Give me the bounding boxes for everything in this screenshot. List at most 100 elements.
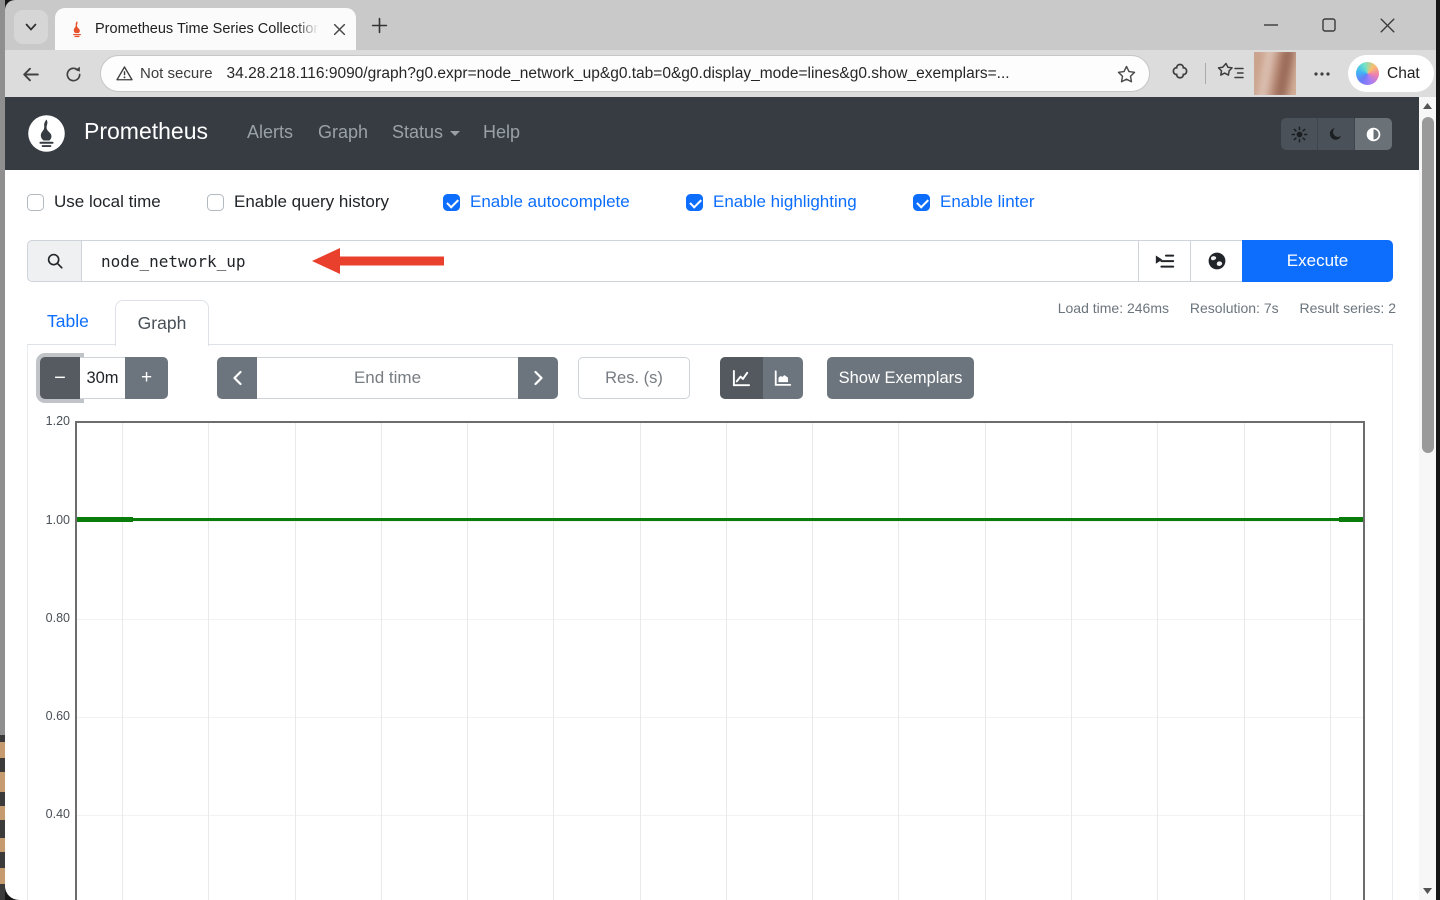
option-query-history[interactable]: Enable query history: [207, 191, 389, 213]
prometheus-app: Prometheus Alerts Graph Status Help: [5, 97, 1419, 900]
v-gridline: [985, 423, 986, 900]
option-highlighting[interactable]: Enable highlighting: [686, 191, 857, 213]
execute-button[interactable]: Execute: [1242, 240, 1393, 282]
range-decrease-button[interactable]: −: [40, 357, 80, 399]
nav-graph[interactable]: Graph: [318, 122, 368, 143]
tree-view-icon: [1154, 251, 1176, 271]
theme-light-button[interactable]: [1281, 118, 1318, 150]
scroll-down-icon[interactable]: [1423, 888, 1432, 894]
prometheus-navbar: Prometheus Alerts Graph Status Help: [5, 97, 1419, 170]
line-chart-toggle[interactable]: [720, 357, 763, 399]
v-gridline: [1071, 423, 1072, 900]
favorites-hub-icon[interactable]: [1216, 60, 1246, 86]
favorite-star-icon[interactable]: [1116, 64, 1137, 85]
option-linter[interactable]: Enable linter: [913, 191, 1035, 213]
settings-more-button[interactable]: [1310, 62, 1334, 86]
tab-graph[interactable]: Graph: [115, 300, 209, 346]
v-gridline: [1244, 423, 1245, 900]
range-input[interactable]: [80, 357, 125, 399]
refresh-icon: [64, 65, 83, 84]
checkbox[interactable]: [207, 194, 224, 211]
y-tick: 1.00: [30, 513, 70, 527]
option-autocomplete[interactable]: Enable autocomplete: [443, 191, 630, 213]
v-gridline: [726, 423, 727, 900]
checkbox[interactable]: [686, 194, 703, 211]
v-gridline: [381, 423, 382, 900]
window-controls: [1242, 0, 1416, 50]
y-tick: 1.20: [30, 414, 70, 428]
scrollbar-thumb[interactable]: [1422, 117, 1434, 453]
copilot-chat-label: Chat: [1387, 65, 1420, 83]
prometheus-brand[interactable]: Prometheus: [84, 118, 208, 145]
tab-close-button[interactable]: [329, 19, 349, 39]
end-time-input[interactable]: [257, 357, 518, 399]
query-expression-input[interactable]: [82, 240, 1138, 282]
nav-status[interactable]: Status: [392, 122, 460, 143]
refresh-button[interactable]: [61, 62, 85, 86]
query-stats: Load time: 246ms Resolution: 7s Result s…: [5, 300, 1396, 316]
nav-help[interactable]: Help: [483, 122, 520, 143]
scroll-up-icon[interactable]: [1423, 103, 1432, 109]
option-label: Enable linter: [940, 192, 1035, 212]
v-gridline: [812, 423, 813, 900]
checkbox[interactable]: [27, 194, 44, 211]
minimize-button[interactable]: [1242, 0, 1300, 50]
v-gridline: [1157, 423, 1158, 900]
show-exemplars-button[interactable]: Show Exemplars: [827, 357, 974, 399]
copilot-logo-icon: [1356, 62, 1379, 85]
new-tab-button[interactable]: [365, 11, 393, 39]
range-increase-button[interactable]: +: [125, 357, 168, 399]
maximize-icon: [1320, 16, 1338, 34]
y-tick: 0.80: [30, 611, 70, 625]
browser-tab[interactable]: Prometheus Time Series Collection: [55, 8, 356, 50]
url-text: 34.28.218.116:9090/graph?g0.expr=node_ne…: [227, 65, 1010, 83]
address-bar[interactable]: Not secure 34.28.218.116:9090/graph?g0.e…: [100, 55, 1150, 92]
time-back-button[interactable]: [217, 357, 257, 399]
nav-alerts[interactable]: Alerts: [247, 122, 293, 143]
theme-dark-button[interactable]: [1318, 118, 1355, 150]
h-gridline: [77, 717, 1363, 718]
y-tick: 0.40: [30, 807, 70, 821]
resolution-input[interactable]: [578, 357, 690, 399]
v-gridline: [208, 423, 209, 900]
search-icon: [46, 252, 64, 270]
chevron-right-icon: [533, 370, 544, 386]
tab-search-button[interactable]: [14, 10, 48, 44]
format-expression-button[interactable]: [1138, 240, 1190, 282]
checkbox[interactable]: [913, 194, 930, 211]
result-series: Result series: 2: [1300, 300, 1396, 316]
time-forward-button[interactable]: [518, 357, 558, 399]
sun-icon: [1291, 126, 1308, 143]
chevron-left-icon: [232, 370, 243, 386]
plot-area[interactable]: [75, 421, 1365, 900]
close-icon: [1378, 16, 1397, 35]
close-window-button[interactable]: [1358, 0, 1416, 50]
v-gridline: [640, 423, 641, 900]
prometheus-logo: [27, 114, 66, 153]
option-use-local-time[interactable]: Use local time: [27, 191, 161, 213]
caret-down-icon: [450, 131, 460, 136]
page-scrollbar[interactable]: [1419, 97, 1436, 900]
copilot-chat-button[interactable]: Chat: [1348, 55, 1434, 92]
checkbox[interactable]: [443, 194, 460, 211]
plus-icon: [371, 17, 388, 34]
v-gridline: [898, 423, 899, 900]
v-gridline: [295, 423, 296, 900]
h-gridline: [77, 521, 1363, 522]
theme-auto-button[interactable]: [1355, 118, 1392, 150]
browser-essentials-icon[interactable]: [1167, 60, 1193, 86]
tab-table[interactable]: Table: [47, 311, 89, 332]
option-label: Enable query history: [234, 192, 389, 212]
back-button[interactable]: [18, 62, 42, 86]
maximize-button[interactable]: [1300, 0, 1358, 50]
metrics-explorer-button[interactable]: [1190, 240, 1242, 282]
security-label: Not secure: [140, 65, 213, 82]
tab-title: Prometheus Time Series Collection: [95, 21, 325, 39]
stacked-chart-toggle[interactable]: [763, 357, 803, 399]
query-input-group: Execute: [27, 240, 1393, 282]
tab-title-fade: [295, 18, 329, 42]
minimize-icon: [1262, 16, 1280, 34]
screen: Prometheus Time Series Collection: [0, 0, 1440, 900]
profile-avatar[interactable]: [1254, 52, 1296, 95]
option-label: Enable autocomplete: [470, 192, 630, 212]
